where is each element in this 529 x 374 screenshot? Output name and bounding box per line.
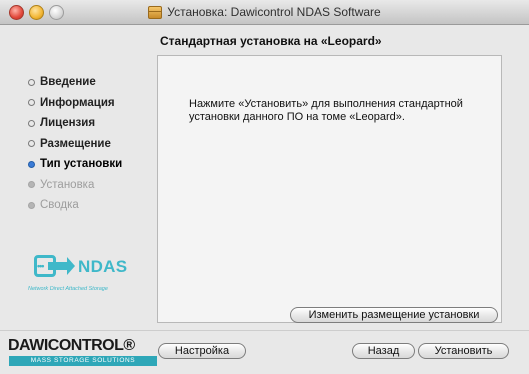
install-button[interactable]: Установить — [418, 343, 509, 359]
step-label: Лицензия — [40, 117, 96, 129]
page-heading: Стандартная установка на «Leopard» — [160, 34, 382, 48]
step-bullet-icon — [28, 99, 35, 107]
step-label: Тип установки — [40, 158, 123, 170]
ndas-tagline: Network Direct Attached Storage — [28, 286, 108, 292]
step-bullet-icon — [28, 181, 35, 189]
ndas-arrow-icon — [48, 257, 75, 275]
change-install-location-button[interactable]: Изменить размещение установки — [290, 307, 498, 323]
step-bullet-icon — [28, 119, 35, 127]
step-bullet-active-icon — [28, 160, 35, 168]
content-panel: Нажмите «Установить» для выполнения стан… — [157, 55, 502, 323]
step-information: Информация — [28, 93, 122, 114]
package-icon — [148, 5, 163, 19]
window-title: Установка: Dawicontrol NDAS Software — [167, 5, 381, 19]
step-license: Лицензия — [28, 113, 122, 134]
install-message: Нажмите «Установить» для выполнения стан… — [189, 98, 463, 123]
dawicontrol-logo: DAWICONTROL® MASS STORAGE SOLUTIONS — [8, 337, 158, 369]
step-bullet-icon — [28, 78, 35, 86]
installer-steps: Введение Информация Лицензия Размещение … — [28, 72, 122, 216]
step-label: Сводка — [40, 199, 79, 211]
step-destination: Размещение — [28, 134, 122, 155]
ndas-dots: ••• — [37, 261, 45, 271]
step-bullet-icon — [28, 140, 35, 148]
step-label: Установка — [40, 178, 95, 191]
ndas-logo-text: NDAS — [78, 257, 128, 276]
back-button[interactable]: Назад — [352, 343, 415, 359]
dawicontrol-logo-tagline: MASS STORAGE SOLUTIONS — [9, 356, 157, 366]
window-title-wrap: Установка: Dawicontrol NDAS Software — [0, 0, 529, 24]
ndas-logo: ••• NDAS Network Direct Attached Storage — [28, 255, 148, 297]
step-label: Размещение — [40, 137, 111, 150]
step-introduction: Введение — [28, 72, 122, 93]
dawicontrol-logo-name: DAWICONTROL® — [8, 337, 135, 354]
step-installation: Установка — [28, 175, 122, 196]
installer-window: Установка: Dawicontrol NDAS Software Ста… — [0, 0, 529, 374]
footer-divider — [0, 330, 529, 331]
step-installation-type: Тип установки — [28, 154, 122, 175]
title-bar[interactable]: Установка: Dawicontrol NDAS Software — [0, 0, 529, 25]
settings-button[interactable]: Настройка — [158, 343, 246, 359]
step-bullet-icon — [28, 201, 35, 209]
step-label: Информация — [40, 96, 115, 109]
step-label: Введение — [40, 76, 96, 88]
step-summary: Сводка — [28, 195, 122, 216]
